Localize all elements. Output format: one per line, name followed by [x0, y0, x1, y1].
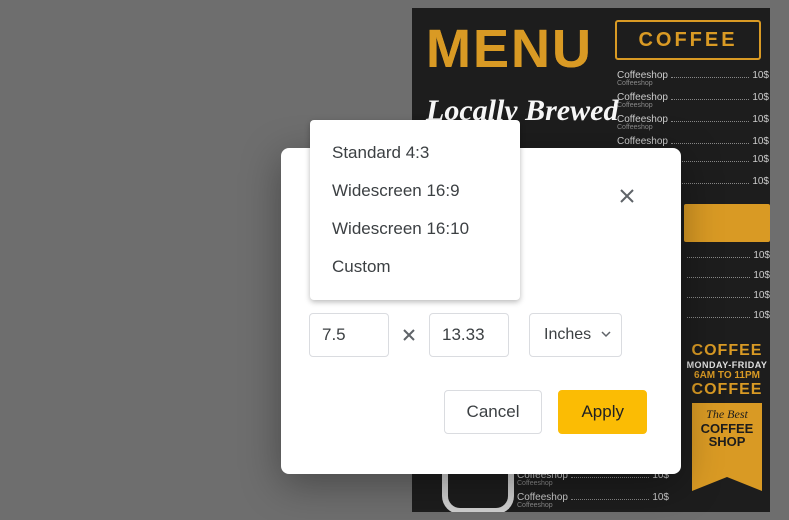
unit-select[interactable]: Inches [529, 313, 622, 357]
dimension-multiply-icon [389, 327, 429, 343]
width-input[interactable] [309, 313, 389, 357]
dialog-actions: Cancel Apply [444, 390, 647, 434]
aspect-option-widescreen-16-10[interactable]: Widescreen 16:10 [310, 210, 520, 248]
height-input[interactable] [429, 313, 509, 357]
dimensions-row: Inches [309, 313, 622, 357]
menu-row: Coffeeshop10$ [617, 136, 769, 147]
menu-title: MENU [426, 18, 593, 80]
aspect-option-custom[interactable]: Custom [310, 248, 520, 286]
close-icon [618, 187, 636, 210]
menu-footer-block: COFFEE MONDAY-FRIDAY 6AM TO 11PM COFFEE … [684, 342, 770, 512]
footer-days: MONDAY-FRIDAY [684, 360, 770, 370]
badge-line2: SHOP [692, 435, 762, 448]
close-button[interactable] [615, 186, 639, 210]
cancel-button[interactable]: Cancel [444, 390, 543, 434]
menu-item-sub: Coffeeshop [617, 80, 769, 87]
footer-badge: The Best COFFEE SHOP [692, 403, 762, 477]
menu-list-bottom-left: Coffeeshop10$ Coffeeshop Coffeeshop10$ C… [517, 470, 669, 512]
aspect-option-standard-4-3[interactable]: Standard 4:3 [310, 134, 520, 172]
footer-hours: 6AM TO 11PM [684, 370, 770, 381]
menu-underline-graphic [442, 468, 514, 512]
footer-coffee-2: COFFEE [684, 381, 770, 399]
footer-coffee-1: COFFEE [684, 342, 770, 360]
chevron-down-icon [601, 326, 611, 344]
menu-accent-block [684, 204, 770, 242]
aspect-option-widescreen-16-9[interactable]: Widescreen 16:9 [310, 172, 520, 210]
editor-canvas: MENU Locally Brewed COFFEE Coffeeshop10$… [0, 0, 789, 520]
unit-select-label: Inches [544, 326, 591, 344]
menu-right-header: COFFEE [615, 20, 761, 60]
badge-top: The Best [692, 403, 762, 422]
apply-button[interactable]: Apply [558, 390, 647, 434]
menu-list-mid-right: 10$ 10$ 10$ 10$ [684, 250, 770, 322]
aspect-ratio-dropdown: Standard 4:3 Widescreen 16:9 Widescreen … [310, 120, 520, 300]
menu-item-price: 10$ [752, 70, 769, 81]
